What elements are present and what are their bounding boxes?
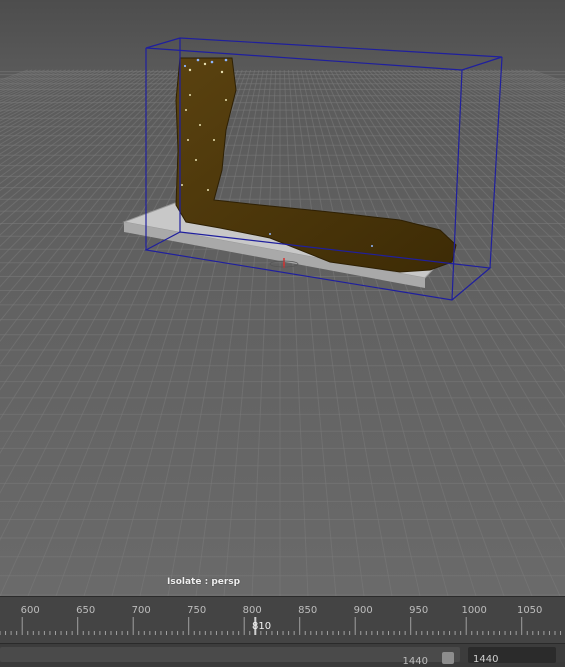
tick-label: 600 [20,605,40,616]
tick-label: 700 [131,605,151,616]
tick-label: 900 [353,605,373,616]
playback-range-slider[interactable]: 1440 [0,647,460,667]
viewport-scene [0,37,565,596]
range-end-label: 1440 [402,656,428,667]
isolate-label: Isolate : persp [167,577,241,587]
tick-label: 800 [242,605,262,616]
tick-label: 850 [298,605,318,616]
range-slider-handle[interactable] [442,652,454,664]
tick-label: 1000 [461,605,487,616]
range-slider-bar: 1440 1440 [0,643,565,667]
time-slider-ticks [0,617,562,635]
tick-label: 750 [187,605,207,616]
tick-label: 950 [409,605,429,616]
tick-label: 650 [76,605,96,616]
tick-label: 1050 [516,605,543,616]
ground-grid [0,69,565,596]
perspective-viewport[interactable]: Isolate : persp [0,0,565,596]
current-frame-indicator: 810 [252,621,272,632]
time-slider[interactable]: 600 650 700 750 800 850 900 950 1000 1050 810 [0,596,565,643]
